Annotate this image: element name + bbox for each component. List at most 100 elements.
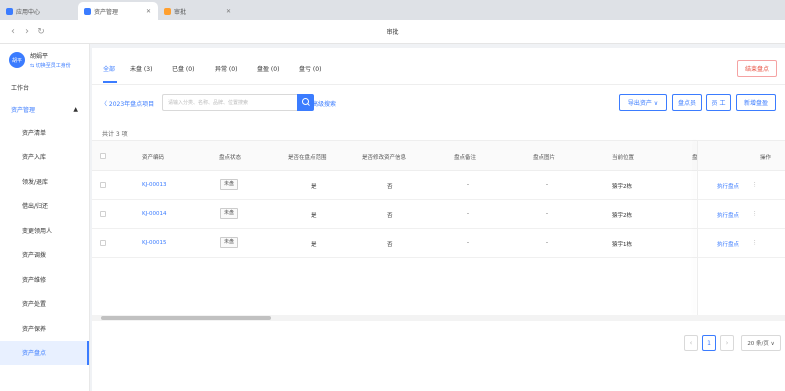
page-number-button[interactable]: 1 — [702, 335, 716, 351]
in-range-cell: 是 — [311, 184, 317, 190]
in-range-cell: 是 — [311, 213, 317, 219]
tab-asset-management[interactable]: 资产管理 ✕ — [78, 2, 158, 20]
tab-counted[interactable]: 已盘 (0) — [172, 64, 194, 73]
tab-label: 审批 — [174, 8, 187, 16]
location-cell: 猿宇2栋 — [612, 184, 632, 190]
advanced-search-link[interactable]: 高级搜索 — [312, 99, 336, 108]
scrollbar-thumb[interactable] — [101, 316, 271, 320]
horizontal-scrollbar[interactable] — [92, 315, 785, 321]
location-cell: 猿宇2栋 — [612, 213, 632, 219]
switch-role-link[interactable]: ⇆ 切换至员工身份 — [30, 62, 71, 69]
column-header: 资产编码 — [142, 155, 165, 161]
execute-inventory-link[interactable]: 执行盘点 — [717, 240, 739, 248]
asset-code-link[interactable]: KJ-00014 — [142, 211, 167, 217]
more-actions-icon[interactable]: ⋮ — [752, 211, 758, 217]
execute-inventory-link[interactable]: 执行盘点 — [717, 211, 739, 219]
browser-tab-strip: 应用中心 资产管理 ✕ 审批 ✕ — [0, 0, 785, 20]
sidebar-item[interactable]: 资产清单 — [0, 120, 89, 145]
row-checkbox[interactable] — [100, 182, 106, 188]
user-profile: 胡平 胡娟平 ⇆ 切换至员工身份 — [0, 44, 89, 76]
sidebar-item[interactable]: 资产处置 — [0, 292, 89, 317]
add-surplus-button[interactable]: 新增盘盈 — [736, 94, 776, 111]
asset-code-link[interactable]: KJ-00015 — [142, 240, 167, 246]
image-cell: - — [546, 211, 548, 217]
counter-button[interactable]: 盘点员 — [672, 94, 702, 111]
page-title: 审批 — [386, 29, 399, 36]
more-actions-icon[interactable]: ⋮ — [752, 182, 758, 188]
staff-button[interactable]: 员 工 — [706, 94, 731, 111]
export-assets-button[interactable]: 导出资产 ∨ — [619, 94, 667, 111]
image-cell: - — [546, 240, 548, 246]
status-badge: 未盘 — [220, 237, 239, 248]
finish-inventory-button[interactable]: 结束盘点 — [737, 60, 777, 77]
navigation-bar: ‹ › ↻ 审批 — [0, 20, 785, 44]
fixed-column-divider — [697, 140, 698, 315]
tab-uncounted[interactable]: 未盘 (3) — [130, 64, 152, 73]
select-all-checkbox[interactable] — [100, 153, 106, 159]
sidebar-item[interactable]: 资产维修 — [0, 267, 89, 292]
sidebar-item[interactable]: 变更领用人 — [0, 218, 89, 243]
column-header: 是否修改资产信息 — [362, 155, 407, 161]
tab-surplus[interactable]: 盘盈 (0) — [257, 64, 279, 73]
sidebar-group-label: 资产管理 — [11, 106, 36, 114]
table-header: 资产编码 盘点状态 是否在盘点范围 是否修改资产信息 盘点备注 盘点图片 当前位… — [92, 140, 785, 171]
tab-loss[interactable]: 盘亏 (0) — [299, 64, 321, 73]
status-tabs: 全部 未盘 (3) 已盘 (0) 异常 (0) 盘盈 (0) 盘亏 (0) 结束… — [92, 48, 785, 85]
location-cell: 猿宇1栋 — [612, 242, 632, 248]
asset-icon — [84, 7, 91, 15]
tab-all[interactable]: 全部 — [103, 64, 115, 73]
sidebar-item-workbench[interactable]: 工作台 — [0, 76, 89, 98]
column-header: 操作 — [760, 155, 772, 161]
row-checkbox[interactable] — [100, 211, 106, 217]
modified-cell: 否 — [387, 213, 393, 219]
page-size-select[interactable]: 20 条/页 ∨ — [741, 335, 781, 351]
sidebar-item[interactable]: 资产盘点 — [0, 340, 89, 365]
table-row[interactable]: 未盘 KJ-00015 是 否 - - 猿宇1栋 执行盘点 ⋮ — [92, 229, 785, 258]
sidebar-item[interactable]: 资产调拨 — [0, 243, 89, 268]
sidebar-item[interactable]: 资产保养 — [0, 316, 89, 341]
in-range-cell: 是 — [311, 242, 317, 248]
tab-app-center[interactable]: 应用中心 — [0, 2, 78, 20]
approval-icon — [164, 7, 171, 15]
close-icon[interactable]: ✕ — [226, 8, 231, 15]
table-row[interactable]: 未盘 KJ-00014 是 否 - - 猿宇2栋 执行盘点 ⋮ — [92, 200, 785, 229]
table-row[interactable]: 未盘 KJ-00013 是 否 - - 猿宇2栋 执行盘点 ⋮ — [92, 171, 785, 200]
main-panel: 全部 未盘 (3) 已盘 (0) 异常 (0) 盘盈 (0) 盘亏 (0) 结束… — [92, 48, 785, 391]
column-header: 当前位置 — [612, 155, 635, 161]
tab-approval[interactable]: 审批 ✕ — [158, 2, 238, 20]
asset-code-link[interactable]: KJ-00013 — [142, 182, 167, 188]
sidebar-item[interactable]: 借出/归还 — [0, 194, 89, 219]
sidebar: 胡平 胡娟平 ⇆ 切换至员工身份 工作台 资产管理 ▲ 资产清单 资产入库 领发/退… — [0, 44, 90, 391]
status-badge: 未盘 — [220, 208, 239, 219]
chevron-up-icon: ▲ — [73, 105, 78, 113]
prev-page-button[interactable]: ‹ — [684, 335, 698, 351]
sidebar-group-asset-management[interactable]: 资产管理 ▲ — [0, 98, 89, 120]
modified-cell: 否 — [387, 184, 393, 190]
next-page-button[interactable]: › — [720, 335, 734, 351]
app-icon — [6, 7, 13, 15]
tab-label: 应用中心 — [16, 8, 41, 16]
sidebar-item[interactable]: 领发/退库 — [0, 169, 89, 194]
sidebar-item[interactable]: 资产入库 — [0, 145, 89, 170]
tab-abnormal[interactable]: 异常 (0) — [215, 64, 237, 73]
note-cell: - — [467, 211, 469, 217]
column-header: 盘点状态 — [219, 155, 242, 161]
column-header: 是否在盘点范围 — [288, 155, 327, 161]
active-tab-indicator — [103, 81, 117, 83]
toolbar: 〈 2023年盘点项目 请输入分类、名称、品牌、位置搜索 高级搜索 导出资产 ∨… — [92, 85, 785, 123]
tab-label: 资产管理 — [94, 8, 119, 16]
column-header: 盘点图片 — [533, 155, 556, 161]
close-icon[interactable]: ✕ — [146, 8, 151, 15]
image-cell: - — [546, 182, 548, 188]
user-name: 胡娟平 — [30, 53, 49, 60]
column-header: 盘点备注 — [454, 155, 477, 161]
status-badge: 未盘 — [220, 179, 239, 190]
search-input[interactable]: 请输入分类、名称、品牌、位置搜索 — [162, 94, 297, 111]
total-count: 共计 3 项 — [102, 131, 128, 138]
row-checkbox[interactable] — [100, 240, 106, 246]
note-cell: - — [467, 240, 469, 246]
avatar: 胡平 — [9, 52, 25, 68]
execute-inventory-link[interactable]: 执行盘点 — [717, 182, 739, 190]
back-to-project-link[interactable]: 〈 2023年盘点项目 — [101, 99, 154, 108]
more-actions-icon[interactable]: ⋮ — [752, 240, 758, 246]
